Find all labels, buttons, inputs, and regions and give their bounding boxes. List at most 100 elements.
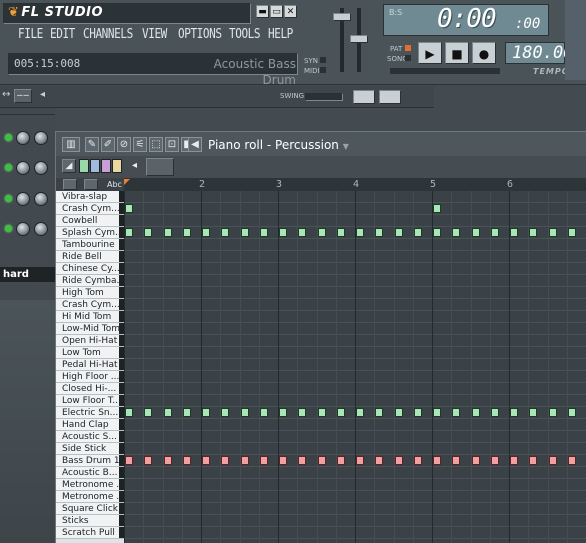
note-block[interactable] [241, 408, 249, 417]
note-block[interactable] [241, 456, 249, 465]
drum-key-label[interactable]: Hand Clap [56, 419, 124, 431]
maximize-button[interactable]: ▭ [270, 5, 283, 18]
channel-pan-knob[interactable] [16, 222, 30, 236]
abc-label[interactable]: Abc [107, 180, 122, 189]
note-block[interactable] [414, 456, 422, 465]
drum-key-label[interactable]: Ride Cymba... [56, 275, 124, 287]
note-block[interactable] [260, 228, 268, 237]
note-block[interactable] [568, 228, 576, 237]
speaker-icon[interactable]: ◀ [188, 137, 202, 152]
note-block[interactable] [568, 408, 576, 417]
delete-tool-icon[interactable]: ⊘ [117, 137, 131, 152]
drum-key-label[interactable]: Side Stick [56, 443, 124, 455]
channel-led-icon[interactable] [5, 164, 12, 171]
note-block[interactable] [318, 228, 326, 237]
note-block[interactable] [510, 228, 518, 237]
menu-file[interactable]: FILE [18, 27, 43, 51]
note-block[interactable] [202, 228, 210, 237]
keyboard-view-icon[interactable]: ▥ [62, 137, 80, 152]
note-block[interactable] [433, 204, 441, 213]
menu-view[interactable]: VIEW [142, 27, 167, 51]
menu-help[interactable]: HELP [268, 27, 293, 51]
scroll-left-icon[interactable]: ◂ [132, 160, 137, 171]
note-block[interactable] [279, 228, 287, 237]
note-block[interactable] [472, 408, 480, 417]
note-block[interactable] [375, 408, 383, 417]
note-block[interactable] [125, 228, 133, 237]
note-block[interactable] [356, 456, 364, 465]
drum-key-label[interactable]: Metronome ... [56, 479, 124, 491]
note-block[interactable] [491, 456, 499, 465]
color-blue-swatch[interactable] [90, 159, 100, 173]
keyboard-editor-button[interactable] [379, 90, 401, 104]
drum-key-label[interactable]: Hi Mid Tom [56, 311, 124, 323]
note-block[interactable] [568, 456, 576, 465]
color-green-swatch[interactable] [79, 159, 89, 173]
record-button[interactable]: ● [472, 42, 496, 64]
note-block[interactable] [472, 456, 480, 465]
note-block[interactable] [279, 408, 287, 417]
menu-edit[interactable]: EDIT [50, 27, 75, 51]
drum-key-label[interactable]: High Floor ... [56, 371, 124, 383]
note-block[interactable] [433, 408, 441, 417]
note-block[interactable] [241, 228, 249, 237]
note-block[interactable] [183, 228, 191, 237]
pattern-mode-button[interactable]: ‒‒ [14, 89, 32, 103]
note-block[interactable] [125, 456, 133, 465]
note-block[interactable] [452, 228, 460, 237]
drum-key-label[interactable]: Chinese Cy... [56, 263, 124, 275]
zoom-tool-icon[interactable]: ⊡ [165, 137, 179, 152]
note-block[interactable] [337, 228, 345, 237]
pattern-slider-track[interactable] [390, 68, 500, 74]
note-block[interactable] [221, 408, 229, 417]
color-purple-swatch[interactable] [101, 159, 111, 173]
channel-volume-knob[interactable] [34, 192, 48, 206]
note-block[interactable] [183, 408, 191, 417]
drum-key-label[interactable]: Sticks [56, 515, 124, 527]
list-view-icon[interactable] [63, 179, 77, 190]
graph-editor-button[interactable] [353, 90, 375, 104]
note-block[interactable] [549, 408, 557, 417]
close-button[interactable]: ✕ [284, 5, 297, 18]
note-block[interactable] [491, 408, 499, 417]
note-block[interactable] [395, 456, 403, 465]
menu-channels[interactable]: CHANNELS [83, 27, 133, 51]
note-block[interactable] [433, 228, 441, 237]
drum-key-label[interactable]: Crash Cym... [56, 203, 124, 215]
drum-key-label[interactable]: Bass Drum 1 [56, 455, 124, 467]
note-block[interactable] [549, 456, 557, 465]
note-block[interactable] [279, 456, 287, 465]
slice-tool-icon[interactable]: ⚟ [133, 137, 147, 152]
chevron-down-icon[interactable]: ▼ [343, 142, 349, 151]
note-block[interactable] [375, 228, 383, 237]
note-block[interactable] [491, 228, 499, 237]
note-block[interactable] [164, 228, 172, 237]
note-block[interactable] [221, 228, 229, 237]
note-block[interactable] [529, 228, 537, 237]
note-block[interactable] [298, 408, 306, 417]
note-grid[interactable] [124, 191, 586, 543]
menu-tools[interactable]: TOOLS [229, 27, 261, 51]
drum-key-label[interactable]: Low Tom [56, 347, 124, 359]
selected-channel-label[interactable]: hard [0, 267, 55, 282]
swing-slider[interactable] [305, 93, 343, 101]
note-block[interactable] [318, 456, 326, 465]
note-block[interactable] [125, 408, 133, 417]
horizontal-scrollbar[interactable] [146, 158, 174, 176]
grid-view-icon[interactable] [84, 179, 98, 190]
snap-icon[interactable]: ◢ [62, 159, 76, 173]
note-block[interactable] [510, 408, 518, 417]
note-block[interactable] [549, 228, 557, 237]
note-block[interactable] [260, 456, 268, 465]
drum-key-label[interactable]: Acoustic S... [56, 431, 124, 443]
note-block[interactable] [337, 408, 345, 417]
note-block[interactable] [529, 408, 537, 417]
drum-key-label[interactable]: Splash Cym... [56, 227, 124, 239]
note-block[interactable] [395, 408, 403, 417]
back-arrow-icon[interactable]: ◂ [40, 89, 45, 100]
master-pitch-slider[interactable] [350, 35, 368, 43]
note-block[interactable] [433, 456, 441, 465]
drum-key-label[interactable]: High Tom [56, 287, 124, 299]
channel-volume-knob[interactable] [34, 222, 48, 236]
menu-options[interactable]: OPTIONS [178, 27, 222, 51]
